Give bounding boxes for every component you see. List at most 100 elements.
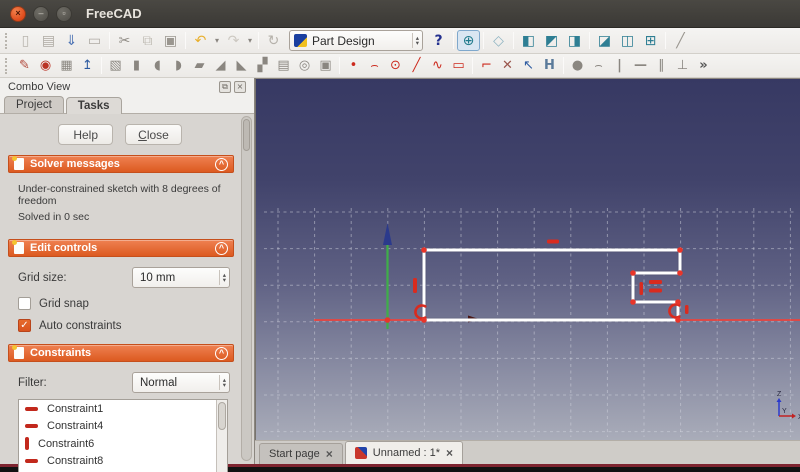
window-close-button[interactable]: × (10, 5, 26, 22)
constraint-parallel-icon[interactable]: ∥ (651, 55, 672, 76)
toolbar-overflow-icon[interactable]: » (693, 55, 714, 76)
construction-mode-icon[interactable]: H (539, 55, 560, 76)
sketch-vertex-point[interactable] (630, 299, 636, 305)
groove-icon[interactable]: ▰ (189, 55, 210, 76)
sketch-vertex-point[interactable] (384, 317, 391, 323)
constraints-list[interactable]: Constraint1 Constraint4 Constraint6 Cons… (18, 399, 228, 472)
copy-icon[interactable]: ⧉ (136, 30, 159, 51)
constraints-list-scrollbar[interactable]: ▾ (216, 400, 227, 472)
constraint-horizontal-icon[interactable]: — (630, 55, 651, 76)
sketch-vertex-point[interactable] (677, 270, 683, 276)
fit-all-icon[interactable]: ⊕ (457, 30, 480, 51)
grid-size-spinner[interactable]: ▴ ▾ (218, 270, 226, 285)
fillet-feature-icon[interactable]: ◢ (210, 55, 231, 76)
rear-view-icon[interactable]: ◪ (593, 30, 616, 51)
redo-icon[interactable]: ↷ (222, 30, 245, 51)
constraint-list-item[interactable]: Constraint4 (19, 418, 227, 436)
save-icon[interactable]: ⇓ (60, 30, 83, 51)
trim-icon[interactable]: ✕ (497, 55, 518, 76)
tab-start-page[interactable]: Start page × (259, 443, 343, 464)
edit-sketch-icon[interactable]: ✎ (14, 55, 35, 76)
view-sketch-icon[interactable]: ◉ (35, 55, 56, 76)
sketch-fillet-icon[interactable]: ⌐ (476, 55, 497, 76)
constraint-list-item[interactable]: Constraint6 (19, 435, 227, 453)
tab-project[interactable]: Project (4, 96, 64, 113)
polar-pattern-icon[interactable]: ◎ (294, 55, 315, 76)
constraint-coincident-icon[interactable]: ● (567, 55, 588, 76)
workbench-selector[interactable]: Part Design ▴ ▾ (289, 30, 423, 51)
tab-tasks[interactable]: Tasks (65, 97, 122, 114)
toolbar-handle[interactable] (5, 57, 11, 74)
constraint-mark-horizontal[interactable] (649, 288, 662, 293)
tab-close-icon[interactable]: × (446, 447, 453, 459)
edit-controls-header[interactable]: Edit controls ^ (8, 239, 234, 257)
map-sketch-icon[interactable]: ▦ (56, 55, 77, 76)
multitransform-icon[interactable]: ▣ (315, 55, 336, 76)
constraint-mark-horizontal[interactable] (649, 280, 662, 284)
mirrored-icon[interactable]: ▞ (252, 55, 273, 76)
refresh-icon[interactable]: ↻ (262, 30, 285, 51)
redo-dropdown-icon[interactable]: ▾ (245, 36, 255, 45)
undo-dropdown-icon[interactable]: ▾ (212, 36, 222, 45)
left-view-icon[interactable]: ⊞ (639, 30, 662, 51)
sketch-vertex-point[interactable] (677, 247, 683, 253)
close-button[interactable]: Close (125, 124, 182, 145)
help-button[interactable]: Help (58, 124, 114, 145)
new-document-icon[interactable]: ▯ (14, 30, 37, 51)
grid-size-combobox[interactable]: 10 mm ▴ ▾ (132, 267, 230, 288)
revolution-icon[interactable]: ◗ (168, 55, 189, 76)
undo-icon[interactable]: ↶ (189, 30, 212, 51)
sketch-vertex-point[interactable] (421, 317, 427, 323)
whats-this-icon[interactable]: ? (427, 30, 450, 51)
measure-distance-icon[interactable]: ╱ (669, 30, 692, 51)
front-view-icon[interactable]: ◧ (517, 30, 540, 51)
window-minimize-button[interactable]: – (33, 5, 49, 22)
grid-snap-checkbox[interactable] (18, 297, 31, 310)
scrollbar-thumb[interactable] (218, 402, 226, 430)
sketch-line-icon[interactable]: ╱ (406, 55, 427, 76)
constraint-mark-vertical[interactable] (685, 305, 689, 314)
scrollbar-thumb[interactable] (243, 119, 250, 151)
tab-document-unnamed[interactable]: Unnamed : 1* × (344, 441, 464, 464)
open-document-icon[interactable]: ▤ (37, 30, 60, 51)
auto-constraints-checkbox[interactable]: ✓ (18, 319, 31, 332)
constraint-perpendicular-icon[interactable]: ⊥ (672, 55, 693, 76)
sketch-vertex-point[interactable] (675, 299, 681, 305)
constraint-list-item[interactable]: Constraint1 (19, 400, 227, 418)
sketch-rectangle-icon[interactable]: ▭ (448, 55, 469, 76)
print-icon[interactable]: ▭ (83, 30, 106, 51)
constraint-vertical-icon[interactable]: | (609, 55, 630, 76)
tab-close-icon[interactable]: × (326, 448, 333, 460)
sketch-polyline-icon[interactable]: ∿ (427, 55, 448, 76)
constraint-mark-vertical[interactable] (639, 282, 644, 295)
sketch-vertex-point[interactable] (630, 270, 636, 276)
collapse-section-button[interactable]: ^ (215, 241, 228, 255)
paste-icon[interactable]: ▣ (159, 30, 182, 51)
constraint-mark-vertical[interactable] (413, 278, 417, 293)
constraint-point-on-object-icon[interactable]: ⌢ (588, 55, 609, 76)
sketch-circle-icon[interactable]: ⊙ (385, 55, 406, 76)
constraint-mark-horizontal[interactable] (547, 239, 559, 244)
constraints-header[interactable]: Constraints ^ (8, 344, 234, 362)
cut-icon[interactable]: ✂ (113, 30, 136, 51)
3d-viewport[interactable]: ZYX (255, 78, 800, 440)
workbench-selector-spinner[interactable]: ▴ ▾ (411, 33, 419, 48)
right-view-icon[interactable]: ◨ (563, 30, 586, 51)
bottom-view-icon[interactable]: ◫ (616, 30, 639, 51)
panel-scrollbar[interactable] (241, 116, 252, 461)
datum-plane-icon[interactable]: ▧ (105, 55, 126, 76)
solver-messages-header[interactable]: Solver messages ^ (8, 155, 234, 173)
chamfer-icon[interactable]: ◣ (231, 55, 252, 76)
window-maximize-button[interactable]: ▫ (56, 5, 72, 22)
linear-pattern-icon[interactable]: ▤ (273, 55, 294, 76)
sketch-point-icon[interactable]: • (343, 55, 364, 76)
sketch-arc-icon[interactable]: ⌢ (364, 55, 385, 76)
collapse-section-button[interactable]: ^ (215, 346, 228, 360)
toolbar-handle[interactable] (5, 32, 11, 49)
top-view-icon[interactable]: ◩ (540, 30, 563, 51)
constraint-filter-combobox[interactable]: Normal ▴ ▾ (132, 372, 230, 393)
axonometric-view-icon[interactable]: ◇ (487, 30, 510, 51)
pocket-icon[interactable]: ◖ (147, 55, 168, 76)
collapse-section-button[interactable]: ^ (215, 157, 228, 171)
pad-icon[interactable]: ▮ (126, 55, 147, 76)
